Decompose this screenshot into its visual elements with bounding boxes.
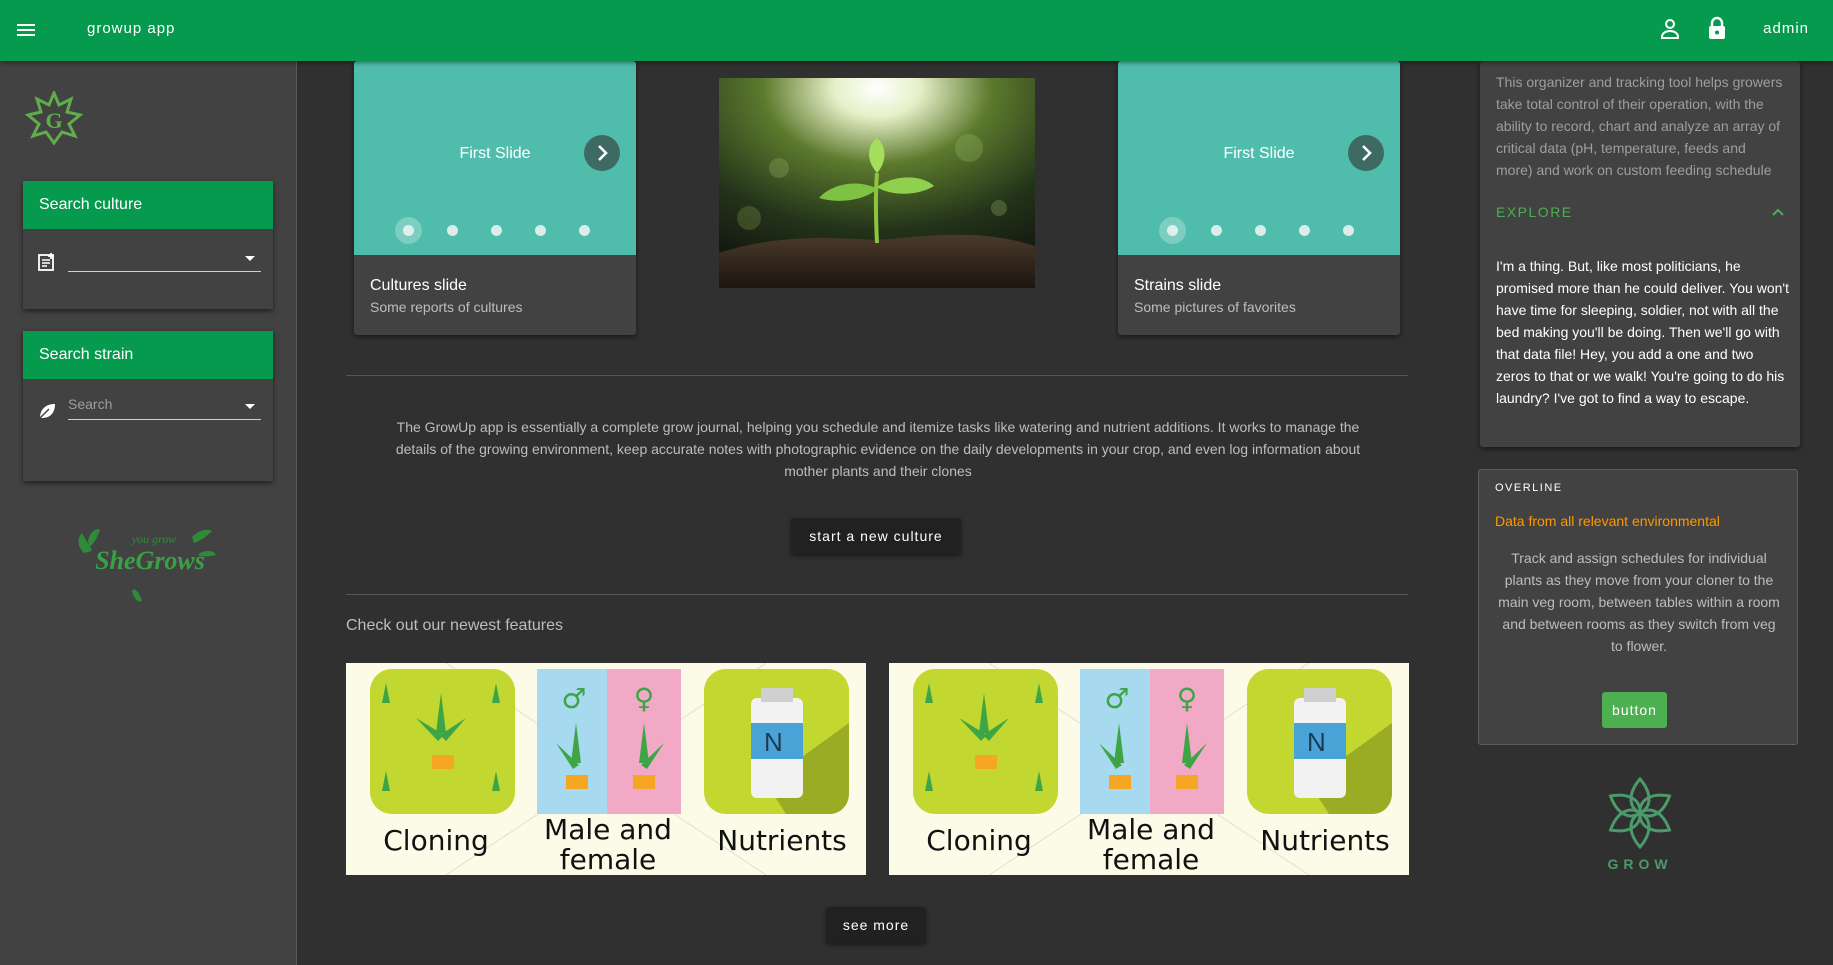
divider bbox=[346, 375, 1408, 376]
top-app-bar: growup app admin bbox=[0, 0, 1833, 61]
card-subtitle: Some reports of cultures bbox=[370, 299, 523, 315]
next-slide-button[interactable] bbox=[584, 135, 620, 171]
svg-text:SheGrows: SheGrows bbox=[95, 546, 205, 575]
grow-logo-text: GROW bbox=[1607, 856, 1672, 872]
carousel-dot[interactable] bbox=[491, 225, 502, 236]
culture-select[interactable] bbox=[68, 246, 261, 272]
card-text: Track and assign schedules for individua… bbox=[1498, 550, 1780, 654]
explore-label: EXPLORE bbox=[1496, 204, 1573, 220]
dropdown-arrow-icon bbox=[245, 256, 255, 261]
svg-text:N: N bbox=[1307, 727, 1326, 757]
card-title: Data from all relevant environmental bbox=[1495, 513, 1720, 529]
features-image[interactable]: ♂ ♀ N Cloning Male and female Nutrients bbox=[346, 663, 866, 875]
svg-text:G: G bbox=[45, 108, 62, 133]
expansion-panel: This organizer and tracking tool helps g… bbox=[1480, 61, 1800, 447]
feature-label-female: female bbox=[560, 843, 657, 875]
strain-search-select[interactable]: Search bbox=[68, 394, 261, 420]
main-content: First Slide Cultures slide Some reports … bbox=[297, 61, 1478, 965]
carousel: First Slide bbox=[1118, 61, 1400, 255]
explore-panel-header[interactable]: EXPLORE bbox=[1496, 204, 1786, 228]
leaf-logo-icon: G bbox=[24, 89, 84, 146]
search-culture-card: Search culture bbox=[23, 181, 273, 309]
chevron-right-icon bbox=[598, 145, 608, 161]
strain-search-placeholder: Search bbox=[68, 396, 113, 412]
svg-text:♀: ♀ bbox=[1177, 682, 1198, 715]
cultures-slide-card: First Slide Cultures slide Some reports … bbox=[354, 61, 636, 335]
carousel-dot[interactable] bbox=[1255, 225, 1266, 236]
svg-text:N: N bbox=[764, 727, 783, 757]
feature-label-nutrients: Nutrients bbox=[717, 824, 847, 857]
carousel-dot[interactable] bbox=[1343, 225, 1354, 236]
note-add-icon bbox=[37, 252, 57, 272]
chevron-right-icon bbox=[1362, 145, 1372, 161]
carousel-dot[interactable] bbox=[447, 225, 458, 236]
svg-text:♀: ♀ bbox=[634, 682, 655, 715]
left-sidebar: G Search culture Search strain Search yo… bbox=[0, 61, 297, 965]
grow-logo: GROW bbox=[1597, 773, 1683, 873]
app-description: The GrowUp app is essentially a complete… bbox=[395, 419, 1361, 479]
seedling-image bbox=[719, 78, 1035, 288]
feature-label-nutrients: Nutrients bbox=[1260, 824, 1390, 857]
card-action-button[interactable]: button bbox=[1602, 692, 1667, 728]
feature-label-cloning: Cloning bbox=[383, 824, 489, 857]
card-title: Cultures slide bbox=[370, 277, 467, 294]
menu-icon[interactable] bbox=[14, 18, 38, 42]
carousel-dot[interactable] bbox=[535, 225, 546, 236]
feature-label-cloning: Cloning bbox=[926, 824, 1032, 857]
carousel-dot[interactable] bbox=[579, 225, 590, 236]
carousel: First Slide bbox=[354, 61, 636, 255]
lock-icon[interactable] bbox=[1705, 16, 1729, 42]
divider bbox=[346, 594, 1408, 595]
account-icon[interactable] bbox=[1658, 16, 1682, 42]
carousel-dots bbox=[354, 217, 636, 244]
svg-text:♂: ♂ bbox=[1104, 682, 1129, 715]
explore-text: I'm a thing. But, like most politicians,… bbox=[1496, 258, 1789, 406]
feature-label-female: female bbox=[1103, 843, 1200, 875]
features-image[interactable]: ♂ ♀ N Cloning Male and female Nutrients bbox=[889, 663, 1409, 875]
right-panel: This organizer and tracking tool helps g… bbox=[1478, 61, 1833, 965]
search-culture-title: Search culture bbox=[23, 181, 273, 229]
overline-label: OVERLINE bbox=[1495, 482, 1563, 494]
dropdown-arrow-icon bbox=[245, 404, 255, 409]
card-title: Strains slide bbox=[1134, 277, 1222, 294]
svg-text:♂: ♂ bbox=[561, 682, 586, 715]
start-new-culture-button[interactable]: start a new culture bbox=[791, 518, 961, 554]
next-slide-button[interactable] bbox=[1348, 135, 1384, 171]
feature-label-male: Male and bbox=[544, 813, 672, 846]
carousel-dot[interactable] bbox=[1299, 225, 1310, 236]
svg-text:you grow: you grow bbox=[131, 532, 177, 546]
organizer-description: This organizer and tracking tool helps g… bbox=[1496, 74, 1783, 178]
search-strain-title: Search strain bbox=[23, 331, 273, 379]
carousel-dots bbox=[1118, 217, 1400, 244]
card-subtitle: Some pictures of favorites bbox=[1134, 299, 1296, 315]
user-menu[interactable]: admin bbox=[1763, 20, 1809, 37]
features-heading: Check out our newest features bbox=[346, 617, 564, 634]
carousel-dot[interactable] bbox=[1159, 217, 1186, 244]
feature-label-male: Male and bbox=[1087, 813, 1215, 846]
chevron-up-icon bbox=[1772, 208, 1784, 216]
strains-slide-card: First Slide Strains slide Some pictures … bbox=[1118, 61, 1400, 335]
carousel-dot[interactable] bbox=[395, 217, 422, 244]
overline-card: OVERLINE Data from all relevant environm… bbox=[1478, 469, 1798, 745]
search-strain-card: Search strain Search bbox=[23, 331, 273, 481]
app-title: growup app bbox=[87, 20, 176, 37]
carousel-dot[interactable] bbox=[1211, 225, 1222, 236]
see-more-button[interactable]: see more bbox=[826, 907, 926, 943]
leaf-icon bbox=[37, 401, 57, 421]
she-grows-logo: you grow SheGrows bbox=[72, 523, 222, 603]
